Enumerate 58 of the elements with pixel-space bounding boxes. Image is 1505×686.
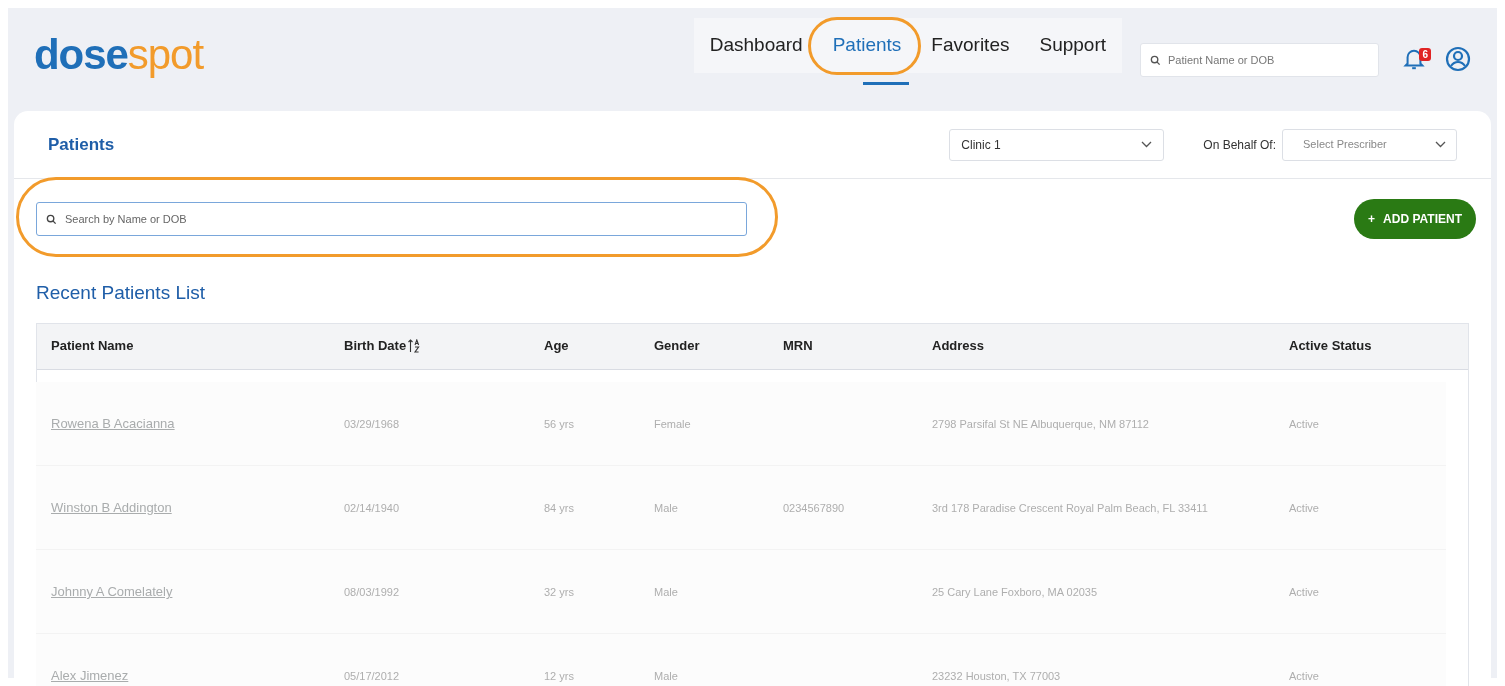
table-cell: 3rd 178 Paradise Crescent Royal Palm Beach, FL 33411 [932, 502, 1208, 514]
nav-tab[interactable]: Dashboard [709, 18, 803, 73]
search-icon [1150, 55, 1161, 66]
column-header: Patient Name [51, 337, 134, 356]
table-row[interactable]: Rowena B Acacianna 03/29/1968 56 yrs Female 2798 Parsifal St NE Albuquerque, NM 87112 Active [36, 381, 1446, 466]
table-cell: Active [1289, 670, 1319, 682]
active-tab-underline [862, 82, 910, 85]
on-behalf-label: On Behalf Of: [1203, 136, 1276, 154]
patient-name-link[interactable]: Johnny A Comelately [51, 584, 173, 599]
header-search-field[interactable]: Patient Name or DOB [1140, 43, 1379, 77]
table-row[interactable]: Winston B Addington 02/14/1940 84 yrs Male 0234567890 3rd 178 Paradise Crescent Royal Palm Beach, FL 33411 Active [36, 465, 1446, 550]
sort-icon[interactable] [408, 339, 421, 353]
table-cell: 56 yrs [544, 418, 574, 430]
column-header: Address [932, 337, 985, 356]
notifications-button[interactable]: 6 [1403, 46, 1427, 72]
chevron-down-icon [1141, 141, 1153, 148]
patient-name-link[interactable]: Rowena B Acacianna [51, 416, 175, 431]
clinic-dropdown[interactable]: Clinic 1 [949, 128, 1165, 161]
table-cell: Female [654, 418, 691, 430]
user-icon[interactable] [1445, 46, 1471, 72]
table-cell: Active [1289, 502, 1319, 514]
logo: dosespot [34, 34, 203, 76]
add-patient-button[interactable]: + ADD PATIENT [1354, 199, 1476, 239]
table-cell: 84 yrs [544, 502, 574, 514]
nav-tab[interactable]: Support [1039, 18, 1106, 73]
table-cell: 32 yrs [544, 586, 574, 598]
column-header: Gender [654, 337, 700, 356]
patient-name-link[interactable]: Winston B Addington [51, 500, 172, 515]
table-cell: 2798 Parsifal St NE Albuquerque, NM 87112 [932, 418, 1149, 430]
table-cell: 23232 Houston, TX 77003 [932, 670, 1061, 682]
column-header[interactable]: Birth Date [344, 336, 407, 356]
table-cell: Active [1289, 586, 1319, 598]
section-title: Recent Patients List [36, 281, 206, 305]
table-cell: 08/03/1992 [344, 586, 400, 598]
table-cell: 02/14/1940 [344, 502, 400, 514]
table-cell: 12 yrs [544, 670, 574, 682]
column-header: MRN [783, 337, 813, 356]
page-title: Patients [48, 133, 115, 156]
table-cell: Male [654, 502, 678, 514]
patient-name-link[interactable]: Alex Jimenez [51, 668, 129, 683]
table-cell: 05/17/2012 [344, 670, 400, 682]
nav-tab[interactable]: Favorites [931, 18, 1010, 73]
table-cell: Male [654, 670, 678, 682]
search-icon [46, 214, 57, 225]
table-row[interactable]: Alex Jimenez 05/17/2012 12 yrs Male 23232 Houston, TX 77003 Active [36, 633, 1446, 686]
column-header: Active Status [1289, 337, 1372, 356]
chevron-down-icon [1435, 141, 1446, 148]
notification-count: 6 [1419, 48, 1431, 61]
patient-search-field[interactable]: Search by Name or DOB [36, 202, 747, 236]
column-header: Age [544, 337, 569, 356]
table-cell: 03/29/1968 [344, 418, 400, 430]
table-cell: 25 Cary Lane Foxboro, MA 02035 [932, 586, 1098, 598]
table-row[interactable]: Johnny A Comelately 08/03/1992 32 yrs Male 25 Cary Lane Foxboro, MA 02035 Active [36, 549, 1446, 634]
table-cell: Active [1289, 418, 1319, 430]
nav-tab[interactable]: Patients [832, 18, 902, 73]
table-cell: Male [654, 586, 678, 598]
prescriber-dropdown[interactable]: Select Prescriber [1282, 128, 1457, 161]
table-cell: 0234567890 [783, 502, 845, 514]
